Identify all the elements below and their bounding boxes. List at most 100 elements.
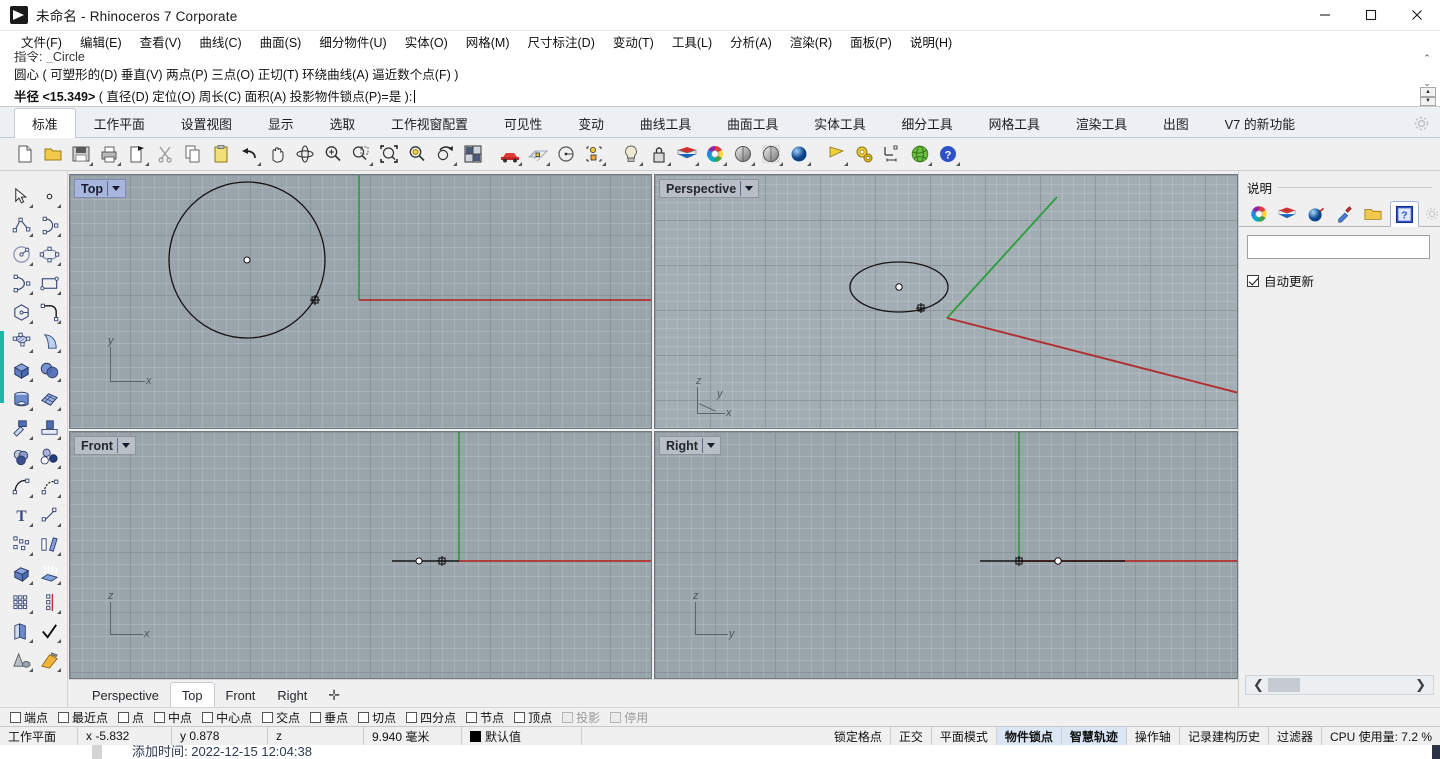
array-icon[interactable] (8, 560, 34, 586)
viewport-right[interactable]: z y Right (654, 431, 1238, 679)
viewport-top[interactable]: y x Top (69, 174, 652, 429)
status-toggle-6[interactable]: 记录建构历史 (1180, 726, 1269, 746)
close-button[interactable] (1394, 0, 1440, 31)
explode-icon[interactable] (8, 415, 34, 441)
menu-item-12[interactable]: 渲染(R) (781, 32, 841, 51)
color-wheel-icon[interactable] (702, 141, 728, 167)
ribbon-tab-13[interactable]: 渲染工具 (1058, 109, 1145, 137)
flag-icon[interactable] (823, 141, 849, 167)
scroll-thumb[interactable] (1268, 678, 1300, 692)
help-search-input[interactable] (1247, 235, 1430, 259)
viewport-tab-right[interactable]: Right (266, 683, 318, 707)
help-tab-icon[interactable]: ? (1389, 201, 1420, 227)
osnap-8[interactable]: 四分点 (406, 709, 456, 726)
sphere-boolean-icon[interactable] (36, 357, 62, 383)
pan-icon[interactable] (264, 141, 290, 167)
mirror-axis-icon[interactable] (36, 618, 62, 644)
menu-item-10[interactable]: 工具(L) (663, 32, 721, 51)
status-toggle-3[interactable]: 物件锁点 (996, 726, 1062, 746)
viewport-top-label[interactable]: Top (74, 179, 126, 198)
lock-icon[interactable] (646, 141, 672, 167)
open-file-icon[interactable] (40, 141, 66, 167)
print-icon[interactable] (96, 141, 122, 167)
ribbon-tab-11[interactable]: 细分工具 (883, 109, 970, 137)
osnap-11[interactable]: 投影 (562, 709, 600, 726)
ribbon-tab-8[interactable]: 曲线工具 (622, 109, 709, 137)
grid-snap-icon[interactable] (525, 141, 551, 167)
osnap-checkbox-7[interactable] (358, 711, 370, 723)
ribbon-tab-4[interactable]: 选取 (312, 109, 374, 137)
add-viewport-tab-icon[interactable]: ✛ (318, 683, 350, 707)
ribbon-tab-10[interactable]: 实体工具 (796, 109, 883, 137)
chevron-down-icon[interactable] (745, 186, 754, 191)
osnap-checkbox-0[interactable] (10, 711, 21, 723)
scale-icon[interactable] (36, 531, 62, 557)
zoom-in-icon[interactable] (320, 141, 346, 167)
ribbon-tab-5[interactable]: 工作视窗配置 (373, 109, 486, 137)
mesh-plane-icon[interactable] (36, 386, 62, 412)
zoom-window-icon[interactable] (348, 141, 374, 167)
viewport-right-label[interactable]: Right (659, 436, 721, 455)
ribbon-tab-12[interactable]: 网格工具 (971, 109, 1058, 137)
status-toggle-7[interactable]: 过滤器 (1269, 726, 1322, 746)
right-panel-hscrollbar[interactable]: ❮ ❯ (1245, 675, 1434, 695)
osnap-checkbox-12[interactable] (610, 711, 622, 723)
shaded-view-icon[interactable] (730, 141, 756, 167)
zoom-previous-icon[interactable] (432, 141, 458, 167)
osnap-checkbox-8[interactable] (406, 711, 418, 723)
car-render-icon[interactable] (497, 141, 523, 167)
osnap-2[interactable]: 点 (118, 709, 144, 726)
status-toggle-1[interactable]: 正交 (891, 726, 932, 746)
dimension-icon[interactable] (879, 141, 905, 167)
minimize-button[interactable] (1302, 0, 1348, 31)
cylinder-icon[interactable] (8, 386, 34, 412)
status-cplane[interactable]: 工作平面 (0, 726, 78, 746)
circle-tool-icon[interactable] (553, 141, 579, 167)
viewport-perspective[interactable]: z y x Perspective (654, 174, 1238, 429)
command-scroll-up-icon[interactable]: ⌃ (1423, 53, 1431, 64)
new-file-icon[interactable] (12, 141, 38, 167)
surface-loft-icon[interactable] (36, 328, 62, 354)
viewport-tab-top[interactable]: Top (169, 682, 215, 708)
menu-item-11[interactable]: 分析(A) (721, 32, 781, 51)
status-toggle-2[interactable]: 平面模式 (932, 726, 997, 746)
boolean-difference-icon[interactable] (36, 473, 62, 499)
viewport-tab-perspective[interactable]: Perspective (81, 683, 170, 707)
help-icon[interactable]: ? (935, 141, 961, 167)
gears-icon[interactable] (851, 141, 877, 167)
layers-tab-icon[interactable] (1276, 202, 1300, 226)
copy-object-icon[interactable] (8, 647, 34, 673)
viewport-perspective-label[interactable]: Perspective (659, 179, 760, 198)
osnap-checkbox-9[interactable] (466, 711, 478, 723)
auto-update-checkbox[interactable]: 自动更新 (1247, 271, 1432, 290)
osnap-5[interactable]: 交点 (262, 709, 300, 726)
export-icon[interactable] (124, 141, 150, 167)
join-icon[interactable] (36, 444, 62, 470)
point-icon[interactable] (36, 183, 62, 209)
command-prompt-options[interactable]: ( 直径(D) 定位(O) 周长(C) 面积(A) 投影物件锁点(P)=是 ): (99, 90, 413, 104)
folder-tab-icon[interactable] (1361, 202, 1385, 226)
osnap-checkbox-10[interactable] (514, 711, 526, 723)
offset-icon[interactable] (36, 560, 62, 586)
osnap-6[interactable]: 垂点 (310, 709, 348, 726)
blend-curve-icon[interactable] (36, 502, 62, 528)
osnap-checkbox-3[interactable] (154, 711, 166, 723)
osnap-4[interactable]: 中心点 (202, 709, 252, 726)
status-toggle-0[interactable]: 锁定格点 (826, 726, 891, 746)
menu-item-2[interactable]: 查看(V) (131, 32, 191, 51)
status-layer[interactable]: 默认值 (462, 726, 582, 746)
status-units[interactable]: 9.940 毫米 (364, 726, 462, 746)
split-icon[interactable] (8, 444, 34, 470)
osnap-3[interactable]: 中点 (154, 709, 192, 726)
chevron-down-icon[interactable] (706, 443, 715, 448)
viewport-front-label[interactable]: Front (74, 436, 136, 455)
circle-icon[interactable] (8, 241, 34, 267)
ribbon-tab-15[interactable]: V7 的新功能 (1207, 109, 1313, 137)
box-icon[interactable] (8, 357, 34, 383)
menu-item-13[interactable]: 面板(P) (841, 32, 901, 51)
osnap-checkbox-11[interactable] (562, 711, 574, 723)
ghosted-view-icon[interactable] (758, 141, 784, 167)
osnap-0[interactable]: 端点 (10, 709, 48, 726)
osnap-7[interactable]: 切点 (358, 709, 396, 726)
zoom-extents-icon[interactable] (376, 141, 402, 167)
